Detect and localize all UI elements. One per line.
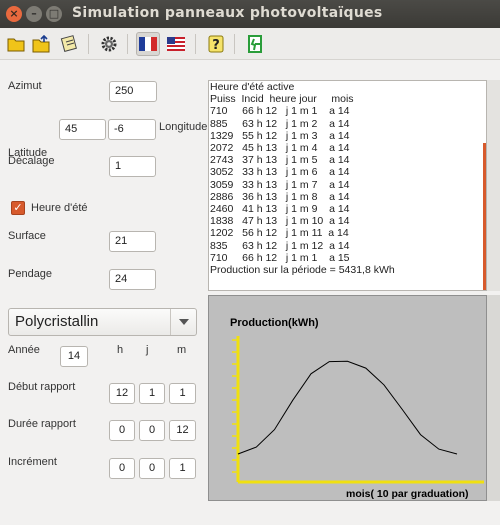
report-scrollbar[interactable] [483,143,486,290]
export-icon[interactable] [30,32,54,56]
heure-ete-label: Heure d'été [31,202,88,214]
report-line: 2460 41 h 13 j 1 m 9 a 14 [210,203,350,216]
duree-j-input[interactable]: 0 [139,420,165,441]
col-h-label: h [117,344,124,356]
debut-m-input[interactable]: 1 [169,383,196,404]
exit-icon[interactable] [244,32,268,56]
print-icon[interactable] [58,32,82,56]
col-j-label: j [146,344,149,356]
toolbar-separator [88,34,89,54]
surface-label: Surface [8,230,46,242]
report-lines: Heure d'été active Puiss Incid heure jour… [209,81,486,276]
production-chart: Production(kWh) mois( 10 par graduation) [208,295,487,501]
report-line: 710 66 h 12 j 1 m 1 a 15 [210,251,350,264]
increment-h-input[interactable]: 0 [109,458,135,479]
pendage-input[interactable]: 24 [109,269,156,290]
report-line: 1202 56 h 12 j 1 m 11 a 14 [210,227,349,240]
increment-m-input[interactable]: 1 [169,458,196,479]
increment-j-input[interactable]: 0 [139,458,165,479]
help-glyph: ? [212,38,220,53]
toolbar-separator [127,34,128,54]
decalage-input[interactable]: 1 [109,156,156,177]
annee-input[interactable]: 14 [60,346,88,367]
heure-ete-checkbox[interactable]: ✓ [11,201,25,215]
report-line: 2072 45 h 13 j 1 m 4 a 14 [210,142,350,155]
report-line: 2886 36 h 13 j 1 m 8 a 14 [210,190,350,203]
report-line: 1329 55 h 12 j 1 m 3 a 14 [210,129,350,142]
debut-j-input[interactable]: 1 [139,383,165,404]
col-m-label: m [177,344,187,356]
x-axis-label: mois( 10 par graduation) [346,488,469,500]
help-icon[interactable]: ? [204,32,228,56]
window-edge [487,295,500,501]
report-line: 3052 33 h 13 j 1 m 6 a 14 [210,166,350,179]
azimut-input[interactable]: 250 [109,81,157,102]
duree-h-input[interactable]: 0 [109,420,135,441]
panel-type-value: Polycristallin [15,313,99,330]
production-series-line [237,360,458,455]
toolbar: ? [0,28,500,60]
chart-title: Production(kWh) [230,317,319,329]
us-flag-icon[interactable] [164,32,188,56]
debut-rapport-label: Début rapport [8,381,76,393]
annee-label: Année [8,344,40,356]
report-line: 3059 33 h 13 j 1 m 7 a 14 [210,178,350,191]
increment-label: Incrément [8,456,57,468]
surface-input[interactable]: 21 [109,231,156,252]
panel-type-select[interactable]: Polycristallin [8,308,197,336]
pendage-label: Pendage [8,268,53,280]
report-line: 885 63 h 12 j 1 m 2 a 14 [210,117,350,130]
debut-h-input[interactable]: 12 [109,383,135,404]
chart-svg: Production(kWh) mois( 10 par graduation) [230,317,484,500]
azimut-label: Azimut [8,80,42,92]
french-flag-icon[interactable] [136,32,160,56]
longitude-input[interactable]: -6 [108,119,156,140]
duree-m-input[interactable]: 12 [169,420,196,441]
chevron-down-icon[interactable] [170,309,196,335]
close-window-button[interactable]: × [6,6,22,22]
report-line: 2743 37 h 13 j 1 m 5 a 14 [210,154,350,167]
report-line: Puiss Incid heure jour mois [210,93,354,106]
report-line: Production sur la période = 5431,8 kWh [210,264,395,277]
toolbar-separator [195,34,196,54]
open-folder-icon[interactable] [4,32,28,56]
latitude-input[interactable]: 45 [59,119,106,140]
duree-rapport-label: Durée rapport [8,418,76,430]
maximize-window-button[interactable]: □ [46,6,62,22]
window-edge [487,80,500,291]
report-textarea[interactable]: Heure d'été active Puiss Incid heure jour… [208,80,487,291]
report-line: 1838 47 h 13 j 1 m 10 a 14 [210,215,350,228]
toolbar-separator [234,34,235,54]
decalage-label: Décalage [8,155,55,167]
title-bar: × – □ Simulation panneaux photovoltaïque… [0,0,500,28]
longitude-label: Longitude [159,121,208,133]
settings-gear-icon[interactable] [97,32,121,56]
report-line: Heure d'été active [210,81,295,93]
window-title: Simulation panneaux photovoltaïques [72,5,383,21]
report-line: 710 66 h 12 j 1 m 1 a 14 [210,105,350,118]
minimize-window-button[interactable]: – [26,6,42,22]
report-line: 835 63 h 12 j 1 m 12 a 14 [210,239,350,252]
